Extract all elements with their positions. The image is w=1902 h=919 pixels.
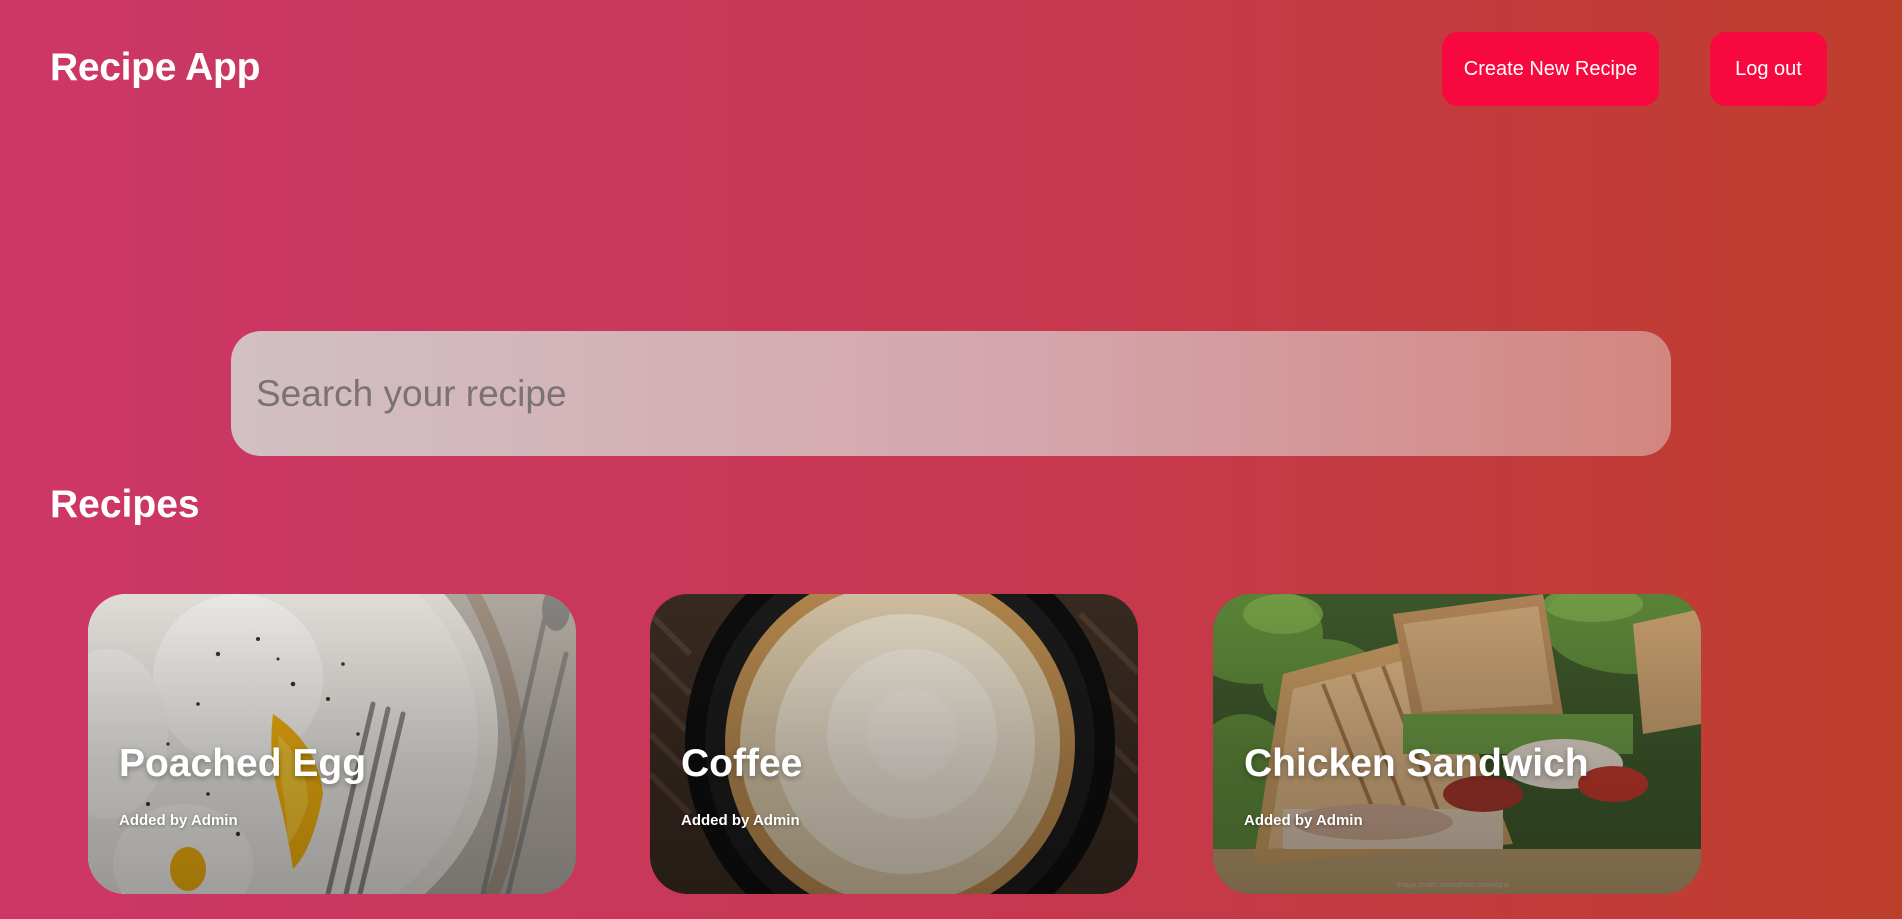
recipe-card-chicken-sandwich[interactable]: Image credit: istockphoto.com/olgna Chic… bbox=[1213, 594, 1701, 894]
recipes-section-title: Recipes bbox=[50, 483, 200, 526]
recipe-card-title: Coffee bbox=[681, 742, 803, 785]
recipe-card-poached-egg[interactable]: Poached Egg Added by Admin bbox=[88, 594, 576, 894]
create-new-recipe-button[interactable]: Create New Recipe bbox=[1442, 32, 1659, 106]
logout-button[interactable]: Log out bbox=[1710, 32, 1827, 106]
recipe-card-title: Poached Egg bbox=[119, 742, 367, 785]
recipe-card-coffee[interactable]: Coffee Added by Admin bbox=[650, 594, 1138, 894]
search-bar bbox=[231, 331, 1671, 456]
search-input[interactable] bbox=[231, 331, 1671, 456]
recipe-card-author: Added by Admin bbox=[681, 812, 800, 829]
app-title: Recipe App bbox=[50, 46, 261, 89]
recipe-card-author: Added by Admin bbox=[1244, 812, 1363, 829]
recipe-card-author: Added by Admin bbox=[119, 812, 238, 829]
recipe-card-title: Chicken Sandwich bbox=[1244, 742, 1589, 785]
